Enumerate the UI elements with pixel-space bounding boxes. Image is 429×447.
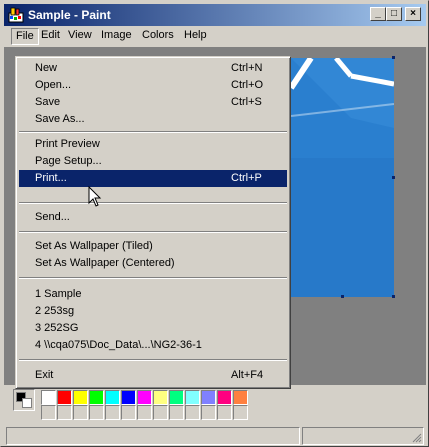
color-swatch[interactable] (201, 405, 216, 420)
status-position-pane (302, 427, 424, 445)
menu-image[interactable]: Image (97, 28, 136, 45)
canvas-image (291, 58, 394, 297)
menu-separator (19, 359, 287, 361)
menu-item-recent-3[interactable]: 3 252SG (19, 320, 287, 337)
color-swatch[interactable] (233, 390, 248, 405)
menu-file[interactable]: File (11, 28, 39, 45)
menu-item-send[interactable]: Send... (19, 209, 287, 226)
color-swatch[interactable] (89, 405, 104, 420)
color-swatch[interactable] (105, 390, 120, 405)
color-swatch[interactable] (73, 390, 88, 405)
menu-colors[interactable]: Colors (138, 28, 178, 45)
color-swatch[interactable] (217, 405, 232, 420)
color-swatch[interactable] (57, 405, 72, 420)
menu-item-save-as[interactable]: Save As... (19, 111, 287, 128)
title-bar[interactable]: Sample - Paint _ □ × (4, 4, 426, 26)
menu-separator (19, 231, 287, 233)
color-swatch[interactable] (41, 405, 56, 420)
resize-handle-right[interactable] (392, 176, 395, 179)
color-swatch[interactable] (105, 405, 120, 420)
menu-view[interactable]: View (64, 28, 96, 45)
color-swatch[interactable] (121, 405, 136, 420)
color-swatch[interactable] (185, 390, 200, 405)
menu-item-open[interactable]: Open... Ctrl+O (19, 77, 287, 94)
color-swatch[interactable] (185, 405, 200, 420)
maximize-button[interactable]: □ (386, 7, 402, 21)
color-swatch[interactable] (217, 390, 232, 405)
menu-item-save[interactable]: Save Ctrl+S (19, 94, 287, 111)
color-swatch[interactable] (73, 405, 88, 420)
menu-separator (19, 131, 287, 133)
menu-separator (19, 202, 287, 204)
menu-item-recent-2[interactable]: 2 253sg (19, 303, 287, 320)
color-swatch[interactable] (41, 390, 56, 405)
drawing-canvas[interactable] (291, 58, 394, 297)
color-swatch[interactable] (233, 405, 248, 420)
color-swatch[interactable] (57, 390, 72, 405)
menu-item-recent-1[interactable]: 1 Sample (19, 286, 287, 303)
resize-handle-bottom[interactable] (341, 295, 344, 298)
close-icon: × (410, 8, 416, 19)
minimize-icon: _ (375, 8, 381, 19)
menu-item-exit[interactable]: Exit Alt+F4 (19, 367, 287, 384)
menu-edit[interactable]: Edit (37, 28, 64, 45)
minimize-button[interactable]: _ (370, 7, 386, 21)
color-swatch[interactable] (169, 390, 184, 405)
menu-bar: File Edit View Image Colors Help (4, 26, 426, 46)
status-bar (4, 425, 426, 445)
resize-grip-icon[interactable] (410, 431, 422, 443)
color-swatch[interactable] (201, 390, 216, 405)
menu-item-new[interactable]: New Ctrl+N (19, 60, 287, 77)
menu-item-recent-4[interactable]: 4 \\cqa075\Doc_Data\...\NG2-36-1 (19, 337, 287, 354)
resize-handle-bottom-right[interactable] (392, 295, 395, 298)
background-color (22, 398, 32, 408)
menu-item-page-setup[interactable]: Page Setup... (19, 153, 287, 170)
menu-help[interactable]: Help (180, 28, 211, 45)
menu-separator (19, 277, 287, 279)
file-menu-dropdown: New Ctrl+N Open... Ctrl+O Save Ctrl+S Save … (15, 56, 291, 389)
paint-app-icon (8, 7, 24, 23)
color-swatch[interactable] (137, 390, 152, 405)
maximize-icon: □ (390, 8, 398, 19)
color-swatch[interactable] (121, 390, 136, 405)
menu-item-wallpaper-centered[interactable]: Set As Wallpaper (Centered) (19, 255, 287, 272)
color-swatch[interactable] (169, 405, 184, 420)
window-title: Sample - Paint (28, 8, 111, 22)
paint-window: Sample - Paint _ □ × File Edit View Imag… (0, 0, 429, 447)
current-colors-indicator[interactable] (13, 389, 35, 411)
mouse-pointer-icon (88, 186, 102, 207)
color-swatch[interactable] (89, 390, 104, 405)
status-message-pane (6, 427, 300, 445)
color-swatch[interactable] (153, 390, 168, 405)
close-button[interactable]: × (405, 7, 421, 21)
menu-item-print[interactable]: Print... Ctrl+P (19, 170, 287, 187)
menu-item-wallpaper-tiled[interactable]: Set As Wallpaper (Tiled) (19, 238, 287, 255)
color-swatch[interactable] (153, 405, 168, 420)
color-swatch[interactable] (137, 405, 152, 420)
resize-handle-top-right[interactable] (392, 56, 395, 59)
menu-item-print-preview[interactable]: Print Preview (19, 136, 287, 153)
